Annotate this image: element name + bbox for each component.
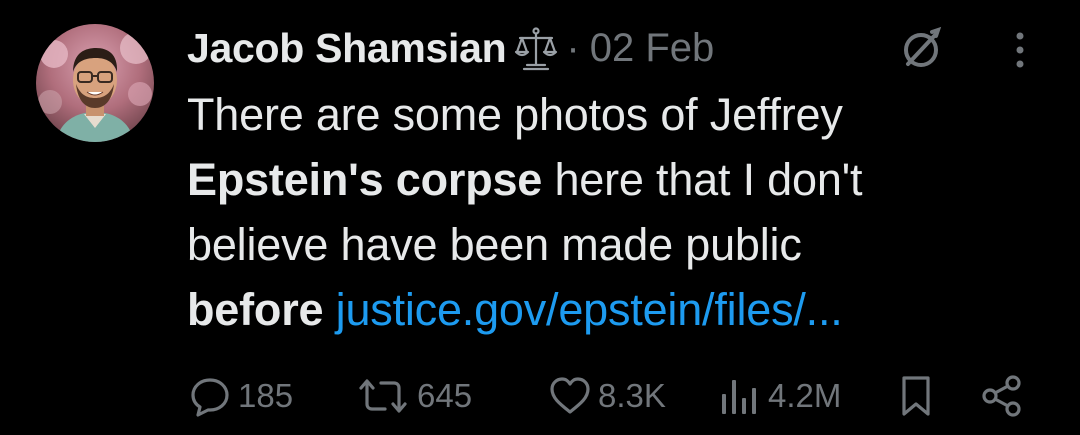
author-display-name[interactable]: Jacob Shamsian <box>187 25 507 72</box>
tweet-text-bold-1: Epstein's corpse <box>187 154 543 205</box>
bar-chart-icon <box>718 374 762 418</box>
like-button[interactable]: 8.3K <box>548 368 666 424</box>
views-count: 4.2M <box>768 377 842 414</box>
bookmark-icon <box>898 374 934 418</box>
share-button[interactable] <box>980 368 1024 424</box>
tweet-timestamp[interactable]: 02 Feb <box>590 26 715 71</box>
like-count: 8.3K <box>598 377 666 414</box>
tweet-text-line-3: believe have been made public <box>187 219 802 270</box>
bookmark-button[interactable] <box>898 368 934 424</box>
tweet-text-line-1: There are some photos of Jeffrey <box>187 89 843 140</box>
more-options-icon[interactable] <box>1005 28 1035 72</box>
reply-button[interactable]: 185 <box>188 368 293 424</box>
repost-count: 645 <box>417 377 473 414</box>
grok-icon[interactable] <box>898 26 944 72</box>
heart-icon <box>548 374 592 418</box>
scales-of-justice-icon <box>514 26 558 72</box>
share-icon <box>980 374 1024 418</box>
avatar[interactable] <box>36 24 154 142</box>
repost-icon <box>355 374 411 418</box>
tweet-text: There are some photos of Jeffrey Epstein… <box>187 82 1047 342</box>
tweet-link[interactable]: justice.gov/epstein/files/... <box>336 284 843 335</box>
separator-dot: · <box>566 25 580 70</box>
tweet-card[interactable]: Jacob Shamsian · 02 Feb There are some p… <box>0 0 1080 435</box>
tweet-actions: 185 645 8.3K 4.2M <box>0 368 1080 424</box>
reply-count: 185 <box>238 377 294 414</box>
reply-icon <box>188 374 232 418</box>
tweet-text-line-2: here that I don't <box>542 154 863 205</box>
views-button[interactable]: 4.2M <box>718 368 841 424</box>
tweet-text-bold-2: before <box>187 284 324 335</box>
repost-button[interactable]: 645 <box>355 368 472 424</box>
tweet-header: Jacob Shamsian · 02 Feb <box>187 20 714 76</box>
